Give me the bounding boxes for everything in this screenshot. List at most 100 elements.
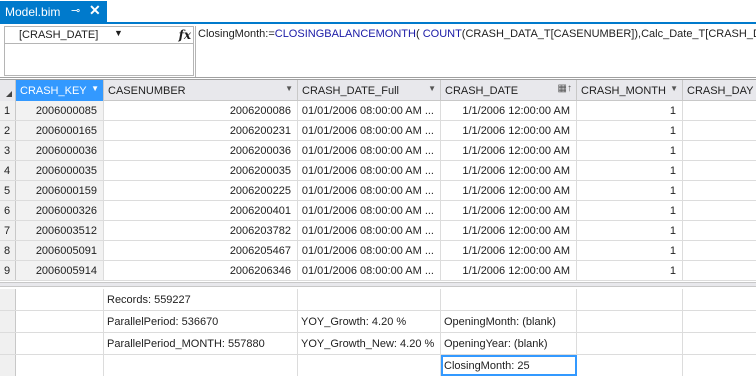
chevron-down-icon[interactable]: ▼: [285, 84, 293, 93]
cell-crash-date[interactable]: 1/1/2006 12:00:00 AM: [441, 141, 577, 160]
measure-parallel-period[interactable]: ParallelPeriod: 536670: [104, 311, 298, 332]
cell-casenumber[interactable]: 2006200231: [104, 121, 298, 140]
chevron-down-icon[interactable]: ▼: [428, 84, 436, 93]
cell-crash-key[interactable]: 2006000035: [16, 161, 104, 180]
cell-crash-key[interactable]: 2006000159: [16, 181, 104, 200]
grid-splitter[interactable]: [0, 282, 756, 287]
cell-crash-month[interactable]: 1: [577, 101, 683, 120]
calendar-sort-icon[interactable]: ▦↑: [558, 83, 572, 94]
cell-crash-day[interactable]: [683, 261, 756, 280]
table-row[interactable]: 3 2006000036 2006200036 01/01/2006 08:00…: [0, 141, 756, 161]
column-header-crash-day[interactable]: CRASH_DAY: [683, 80, 756, 101]
cell-crash-day[interactable]: [683, 141, 756, 160]
cell-crash-date-full[interactable]: 01/01/2006 08:00:00 AM ...: [298, 161, 441, 180]
table-row[interactable]: 2 2006000165 2006200231 01/01/2006 08:00…: [0, 121, 756, 141]
measure-cell[interactable]: [577, 311, 683, 332]
table-row[interactable]: 1 2006000085 2006200086 01/01/2006 08:00…: [0, 101, 756, 121]
measure-closing-month[interactable]: ClosingMonth: 25: [441, 355, 577, 376]
measure-cell[interactable]: [441, 289, 577, 310]
measure-cell[interactable]: [104, 355, 298, 376]
cell-crash-key[interactable]: 2006000085: [16, 101, 104, 120]
tab-model-bim[interactable]: Model.bim ⊸ ✕: [0, 1, 107, 23]
column-header-crash-key[interactable]: CRASH_KEY ▼: [16, 80, 104, 101]
cell-crash-month[interactable]: 1: [577, 261, 683, 280]
cell-crash-date-full[interactable]: 01/01/2006 08:00:00 AM ...: [298, 101, 441, 120]
measure-cell[interactable]: [683, 311, 756, 332]
cell-crash-key[interactable]: 2006005914: [16, 261, 104, 280]
cell-crash-date[interactable]: 1/1/2006 12:00:00 AM: [441, 121, 577, 140]
cell-crash-date[interactable]: 1/1/2006 12:00:00 AM: [441, 241, 577, 260]
cell-crash-month[interactable]: 1: [577, 181, 683, 200]
measure-records[interactable]: Records: 559227: [104, 289, 298, 310]
cell-crash-month[interactable]: 1: [577, 161, 683, 180]
chevron-down-icon[interactable]: ▼: [114, 28, 123, 38]
row-number[interactable]: 8: [0, 241, 16, 260]
cell-crash-key[interactable]: 2006000326: [16, 201, 104, 220]
cell-crash-date[interactable]: 1/1/2006 12:00:00 AM: [441, 161, 577, 180]
cell-crash-date[interactable]: 1/1/2006 12:00:00 AM: [441, 261, 577, 280]
cell-casenumber[interactable]: 2006203782: [104, 221, 298, 240]
column-header-casenumber[interactable]: CASENUMBER ▼: [104, 80, 298, 101]
cell-crash-day[interactable]: [683, 181, 756, 200]
cell-crash-key[interactable]: 2006005091: [16, 241, 104, 260]
cell-crash-key[interactable]: 2006000165: [16, 121, 104, 140]
measure-cell[interactable]: [298, 355, 441, 376]
cell-crash-date[interactable]: 1/1/2006 12:00:00 AM: [441, 101, 577, 120]
fx-icon[interactable]: fx: [179, 28, 191, 42]
measure-cell[interactable]: [577, 289, 683, 310]
row-number[interactable]: 3: [0, 141, 16, 160]
cell-crash-date-full[interactable]: 01/01/2006 08:00:00 AM ...: [298, 141, 441, 160]
table-row[interactable]: 7 2006003512 2006203782 01/01/2006 08:00…: [0, 221, 756, 241]
measure-cell[interactable]: [16, 355, 104, 376]
measure-cell[interactable]: [298, 289, 441, 310]
row-number[interactable]: 6: [0, 201, 16, 220]
chevron-down-icon[interactable]: ▼: [91, 84, 99, 93]
measure-cell[interactable]: [683, 289, 756, 310]
cell-crash-month[interactable]: 1: [577, 121, 683, 140]
cell-crash-date[interactable]: 1/1/2006 12:00:00 AM: [441, 201, 577, 220]
measure-yoy-growth-new[interactable]: YOY_Growth_New: 4.20 %: [298, 333, 441, 354]
cell-casenumber[interactable]: 2006200035: [104, 161, 298, 180]
cell-crash-day[interactable]: [683, 241, 756, 260]
measure-cell[interactable]: [683, 333, 756, 354]
column-header-crash-month[interactable]: CRASH_MONTH ▼: [577, 80, 683, 101]
cell-crash-date-full[interactable]: 01/01/2006 08:00:00 AM ...: [298, 201, 441, 220]
cell-crash-month[interactable]: 1: [577, 201, 683, 220]
cell-casenumber[interactable]: 2006200036: [104, 141, 298, 160]
measure-opening-year[interactable]: OpeningYear: (blank): [441, 333, 577, 354]
select-all-corner[interactable]: [0, 80, 16, 101]
cell-casenumber[interactable]: 2006205467: [104, 241, 298, 260]
cell-casenumber[interactable]: 2006206346: [104, 261, 298, 280]
row-number[interactable]: 2: [0, 121, 16, 140]
column-header-crash-date[interactable]: CRASH_DATE ▦↑: [441, 80, 577, 101]
cell-crash-month[interactable]: 1: [577, 241, 683, 260]
row-number[interactable]: 7: [0, 221, 16, 240]
cell-crash-date-full[interactable]: 01/01/2006 08:00:00 AM ...: [298, 181, 441, 200]
chevron-down-icon[interactable]: ▼: [670, 84, 678, 93]
pin-icon[interactable]: ⊸: [71, 4, 80, 17]
cell-crash-day[interactable]: [683, 161, 756, 180]
cell-casenumber[interactable]: 2006200401: [104, 201, 298, 220]
measure-cell[interactable]: [577, 355, 683, 376]
cell-crash-key[interactable]: 2006000036: [16, 141, 104, 160]
cell-crash-day[interactable]: [683, 121, 756, 140]
table-row[interactable]: 9 2006005914 2006206346 01/01/2006 08:00…: [0, 261, 756, 281]
cell-crash-date[interactable]: 1/1/2006 12:00:00 AM: [441, 221, 577, 240]
column-header-crash-date-full[interactable]: CRASH_DATE_Full ▼: [298, 80, 441, 101]
row-number[interactable]: 1: [0, 101, 16, 120]
cell-crash-date[interactable]: 1/1/2006 12:00:00 AM: [441, 181, 577, 200]
cell-casenumber[interactable]: 2006200086: [104, 101, 298, 120]
row-number[interactable]: 9: [0, 261, 16, 280]
table-row[interactable]: 6 2006000326 2006200401 01/01/2006 08:00…: [0, 201, 756, 221]
cell-crash-month[interactable]: 1: [577, 141, 683, 160]
cell-crash-date-full[interactable]: 01/01/2006 08:00:00 AM ...: [298, 221, 441, 240]
cell-crash-date-full[interactable]: 01/01/2006 08:00:00 AM ...: [298, 261, 441, 280]
cell-crash-day[interactable]: [683, 101, 756, 120]
table-row[interactable]: 4 2006000035 2006200035 01/01/2006 08:00…: [0, 161, 756, 181]
cell-casenumber[interactable]: 2006200225: [104, 181, 298, 200]
measure-parallel-period-month[interactable]: ParallelPeriod_MONTH: 557880: [104, 333, 298, 354]
cell-crash-day[interactable]: [683, 221, 756, 240]
measure-opening-month[interactable]: OpeningMonth: (blank): [441, 311, 577, 332]
measure-yoy-growth[interactable]: YOY_Growth: 4.20 %: [298, 311, 441, 332]
row-number[interactable]: 4: [0, 161, 16, 180]
